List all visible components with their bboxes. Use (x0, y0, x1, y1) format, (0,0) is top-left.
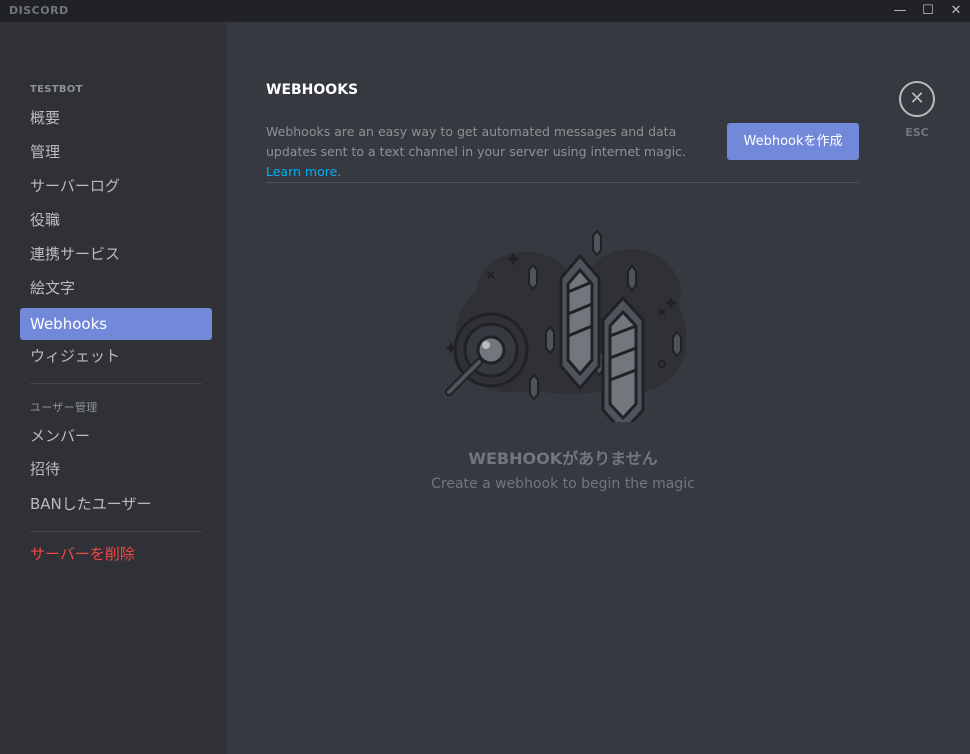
sidebar-item-roles[interactable]: 役職 (20, 204, 212, 236)
sidebar-item-bans[interactable]: BANしたユーザー (20, 488, 212, 520)
page-title: WEBHOOKS (266, 82, 359, 98)
create-webhook-button[interactable]: Webhookを作成 (727, 123, 859, 160)
window-close-button[interactable]: ✕ (942, 0, 970, 22)
sidebar-divider (30, 531, 202, 532)
user-management-header: ユーザー管理 (30, 401, 98, 414)
sidebar-item-members[interactable]: メンバー (20, 420, 212, 452)
maximize-button[interactable]: ☐ (914, 0, 942, 22)
main-content: WEBHOOKS Webhooks are an easy way to get… (226, 22, 970, 754)
minimize-button[interactable]: — (886, 0, 914, 22)
esc-label: ESC (905, 126, 929, 139)
sidebar-item-emoji[interactable]: 絵文字 (20, 272, 212, 304)
discord-logo: DISCORD (9, 4, 69, 17)
empty-state-title: WEBHOOKがありません (468, 449, 658, 468)
sidebar-divider (30, 383, 202, 384)
delete-server-button[interactable]: サーバーを削除 (20, 538, 212, 570)
empty-webhooks-illustration (445, 229, 686, 422)
learn-more-link[interactable]: Learn more (266, 164, 337, 179)
sidebar-item-integrations[interactable]: 連携サービス (20, 238, 212, 270)
description-text: Webhooks are an easy way to get automate… (266, 124, 686, 159)
sidebar-item-audit-log[interactable]: サーバーログ (20, 170, 212, 202)
empty-state-subtitle: Create a webhook to begin the magic (431, 476, 695, 492)
sidebar-item-moderation[interactable]: 管理 (20, 136, 212, 168)
content-divider (266, 182, 859, 183)
title-bar: DISCORD — ☐ ✕ (0, 0, 970, 22)
close-settings-button[interactable]: ✕ (899, 81, 935, 117)
webhooks-description: Webhooks are an easy way to get automate… (266, 124, 686, 179)
sidebar-item-invites[interactable]: 招待 (20, 453, 212, 485)
sidebar-item-webhooks[interactable]: Webhooks (20, 308, 212, 340)
server-name-header: TESTBOT (30, 84, 83, 95)
sidebar-item-overview[interactable]: 概要 (20, 102, 212, 134)
sidebar-item-widget[interactable]: ウィジェット (20, 340, 212, 372)
close-icon: ✕ (909, 88, 925, 109)
settings-sidebar: TESTBOT 概要 管理 サーバーログ 役職 連携サービス 絵文字 Webho… (0, 22, 226, 754)
